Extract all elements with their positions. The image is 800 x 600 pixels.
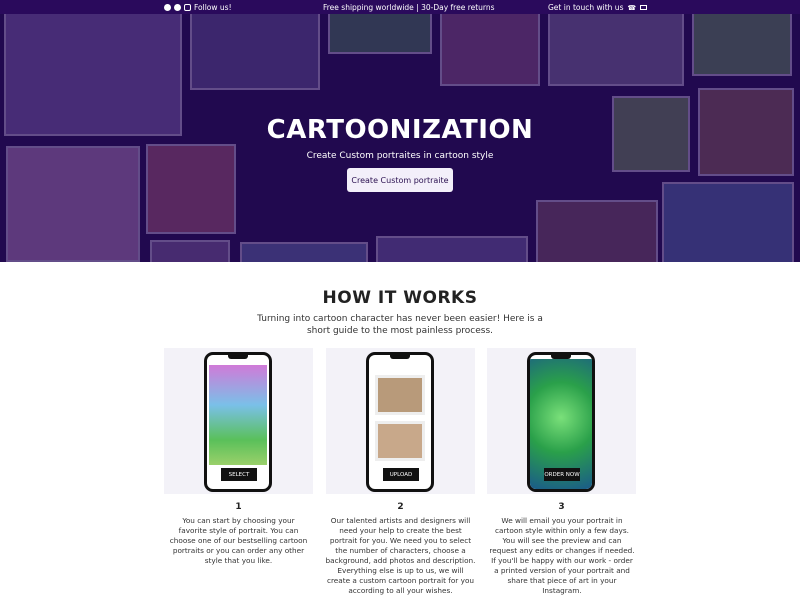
step-description: We will email you your portrait in carto… xyxy=(489,516,635,595)
phone-icon[interactable]: ☎ xyxy=(627,4,636,12)
step-number: 1 xyxy=(235,502,242,512)
step-description: You can start by choosing your favorite … xyxy=(169,516,308,565)
order-now-button[interactable]: ORDER NOW xyxy=(544,468,580,481)
create-portrait-button[interactable]: Create Custom portraite xyxy=(347,168,453,192)
hero-banner: CARTOONIZATION Create Custom portraites … xyxy=(0,14,800,262)
how-it-works-title: HOW IT WORKS xyxy=(322,288,478,308)
contact-label[interactable]: Get in touch with us xyxy=(548,3,623,12)
portrait-styles-grid xyxy=(209,365,267,465)
shipping-text: Free shipping worldwide | 30-Day free re… xyxy=(323,3,495,12)
facebook-icon[interactable] xyxy=(164,4,171,11)
step-card-2: UPLOAD xyxy=(326,348,475,494)
step-number: 2 xyxy=(397,502,404,512)
how-it-works-intro: Turning into cartoon character has never… xyxy=(257,314,543,336)
phone-notch xyxy=(228,355,248,359)
uploaded-photo-2 xyxy=(375,421,425,461)
upload-button[interactable]: UPLOAD xyxy=(383,468,419,481)
pinterest-icon[interactable] xyxy=(174,4,181,11)
step-number: 3 xyxy=(558,502,565,512)
phone-mockup: ORDER NOW xyxy=(527,352,595,492)
follow-label: Follow us! xyxy=(194,3,232,12)
hero-subtitle: Create Custom portraites in cartoon styl… xyxy=(306,151,494,161)
instagram-icon[interactable] xyxy=(184,4,191,11)
phone-mockup: UPLOAD xyxy=(366,352,434,492)
select-button[interactable]: SELECT xyxy=(221,468,257,481)
hero-title: CARTOONIZATION xyxy=(266,115,534,145)
step-card-3: ORDER NOW xyxy=(487,348,636,494)
top-bar: Follow us! Free shipping worldwide | 30-… xyxy=(0,0,800,14)
step-description: Our talented artists and designers will … xyxy=(325,516,476,595)
mail-icon[interactable] xyxy=(640,5,648,10)
phone-notch xyxy=(390,355,410,359)
step-card-1: SELECT xyxy=(164,348,313,494)
uploaded-photo-1 xyxy=(375,375,425,415)
follow-group: Follow us! xyxy=(164,3,232,12)
phone-mockup: SELECT xyxy=(204,352,272,492)
contact-group[interactable]: Get in touch with us ☎ xyxy=(548,3,648,12)
